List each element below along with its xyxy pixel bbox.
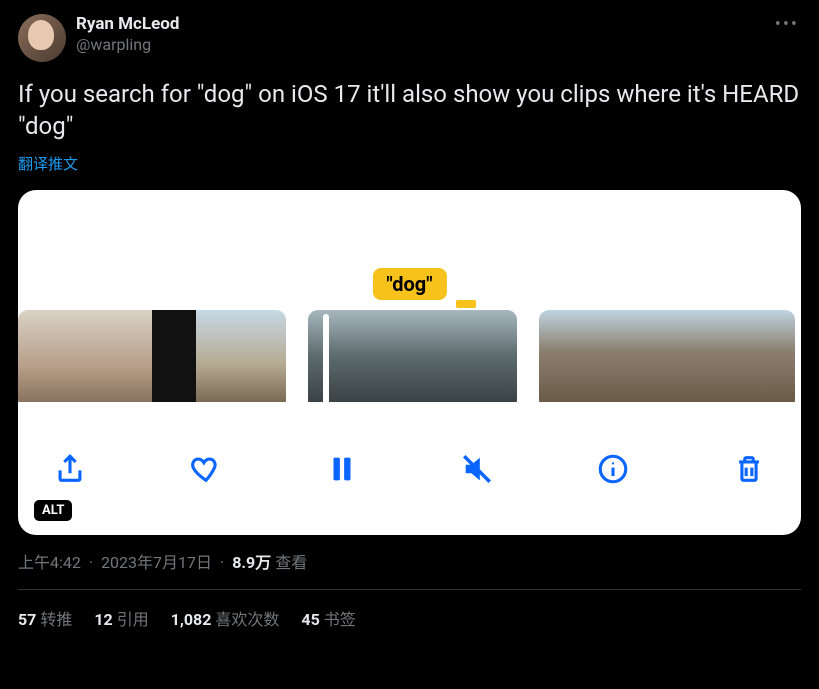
timeline-frame bbox=[107, 310, 152, 402]
media-toolbar bbox=[18, 410, 801, 535]
pause-icon[interactable] bbox=[318, 445, 366, 493]
timeline-frame bbox=[196, 310, 241, 402]
timeline-frame bbox=[539, 310, 582, 402]
timeline-frame bbox=[241, 310, 286, 402]
handle: @warpling bbox=[76, 35, 179, 55]
timeline-frame bbox=[152, 310, 197, 402]
stat-bookmarks[interactable]: 45书签 bbox=[301, 606, 355, 630]
avatar[interactable] bbox=[18, 14, 66, 62]
author-block[interactable]: Ryan McLeod @warpling bbox=[76, 14, 179, 55]
media-inner: "dog" bbox=[18, 190, 801, 535]
clip-group[interactable] bbox=[308, 310, 517, 410]
timeline-frame bbox=[360, 310, 412, 402]
tweet-header: Ryan McLeod @warpling ••• bbox=[18, 14, 801, 62]
caption-marker bbox=[456, 300, 476, 308]
transcript-caption: "dog" bbox=[372, 268, 446, 300]
display-name: Ryan McLeod bbox=[76, 14, 179, 35]
heart-icon[interactable] bbox=[182, 445, 230, 493]
tweet-container: Ryan McLeod @warpling ••• If you search … bbox=[0, 0, 819, 630]
timeline-frame bbox=[308, 310, 360, 402]
more-options-icon[interactable]: ••• bbox=[775, 14, 799, 35]
meta-separator: · bbox=[216, 553, 228, 572]
tweet-meta: 上午4:42 · 2023年7月17日 · 8.9万 查看 bbox=[18, 549, 801, 573]
stat-likes[interactable]: 1,082喜欢次数 bbox=[171, 606, 280, 630]
tweet-date[interactable]: 2023年7月17日 bbox=[101, 549, 212, 573]
clip-group[interactable] bbox=[539, 310, 795, 410]
tweet-media[interactable]: "dog" bbox=[18, 190, 801, 535]
caption-area: "dog" bbox=[18, 190, 801, 310]
timeline-frame bbox=[412, 310, 464, 402]
translate-link[interactable]: 翻译推文 bbox=[18, 153, 801, 174]
timeline-frame bbox=[667, 310, 710, 402]
timeline-frame bbox=[710, 310, 753, 402]
alt-badge[interactable]: ALT bbox=[34, 500, 72, 521]
clip-group[interactable] bbox=[18, 310, 286, 410]
timeline-frame bbox=[18, 310, 63, 402]
stat-retweets[interactable]: 57转推 bbox=[18, 606, 72, 630]
tweet-stats: 57转推 12引用 1,082喜欢次数 45书签 bbox=[18, 590, 801, 630]
timeline-frame bbox=[465, 310, 517, 402]
tweet-text: If you search for "dog" on iOS 17 it'll … bbox=[18, 78, 801, 143]
tweet-time[interactable]: 上午4:42 bbox=[18, 549, 81, 573]
info-icon[interactable] bbox=[589, 445, 637, 493]
meta-separator: · bbox=[85, 553, 97, 572]
share-icon[interactable] bbox=[46, 445, 94, 493]
playhead[interactable] bbox=[323, 314, 329, 406]
timeline-frame bbox=[624, 310, 667, 402]
mute-icon[interactable] bbox=[453, 445, 501, 493]
timeline-frame bbox=[63, 310, 108, 402]
views-count: 8.9万 bbox=[232, 549, 271, 573]
video-timeline[interactable] bbox=[18, 310, 801, 410]
views-label: 查看 bbox=[275, 549, 307, 573]
stat-quotes[interactable]: 12引用 bbox=[94, 606, 148, 630]
trash-icon[interactable] bbox=[725, 445, 773, 493]
timeline-frame bbox=[752, 310, 795, 402]
timeline-frame bbox=[582, 310, 625, 402]
